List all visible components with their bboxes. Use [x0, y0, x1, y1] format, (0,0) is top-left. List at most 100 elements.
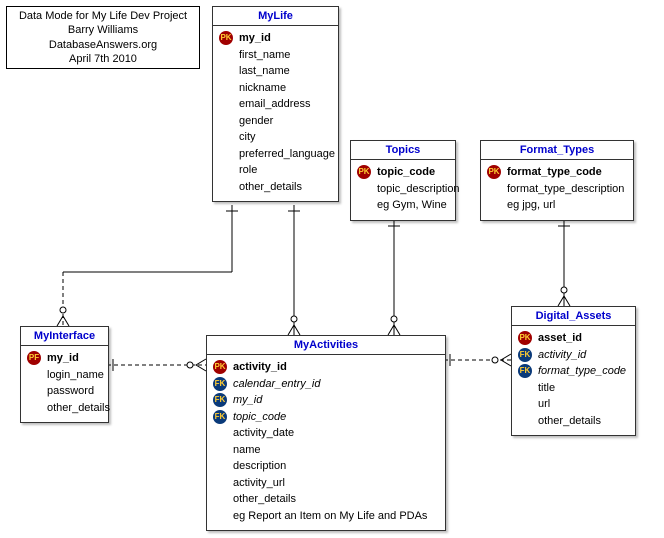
- attribute-label: first_name: [239, 47, 290, 64]
- attribute-label: role: [239, 162, 257, 179]
- attribute-row: activity_url: [213, 475, 439, 492]
- title-box: Data Mode for My Life Dev Project Barry …: [6, 6, 200, 69]
- entity-header: Topics: [351, 141, 455, 160]
- entity-header: MyActivities: [207, 336, 445, 355]
- attribute-row: topic_description: [357, 181, 449, 198]
- attribute-row: password: [27, 383, 102, 400]
- entity-header: Format_Types: [481, 141, 633, 160]
- title-line-3: DatabaseAnswers.org: [13, 38, 193, 52]
- title-line-1: Data Mode for My Life Dev Project: [13, 9, 193, 23]
- attribute-row: FK format_type_code: [518, 363, 629, 380]
- attribute-label: password: [47, 383, 94, 400]
- attribute-label: other_details: [233, 491, 296, 508]
- entity-body: PFmy_idlogin_namepasswordother_details: [21, 346, 108, 422]
- diagram-canvas: Data Mode for My Life Dev Project Barry …: [0, 0, 664, 538]
- attribute-row: description: [213, 458, 439, 475]
- entity-header: Digital_Assets: [512, 307, 635, 326]
- fk-key-icon: FK: [518, 348, 532, 362]
- attribute-label: format_type_code: [507, 164, 602, 181]
- entity-body: PK my_idfirst_namelast_namenicknameemail_…: [213, 26, 338, 201]
- attribute-row: other_details: [219, 179, 332, 196]
- entity-header: MyInterface: [21, 327, 108, 346]
- attribute-label: my_id: [233, 392, 262, 409]
- attribute-row: PK activity_id: [213, 359, 439, 376]
- attribute-label: format_type_code: [538, 363, 626, 380]
- pk-key-icon: PK: [213, 360, 227, 374]
- entity-myactivities: MyActivities PK activity_id FK calendar_ent…: [206, 335, 446, 531]
- entity-myinterface: MyInterface PFmy_idlogin_namepasswordoth…: [20, 326, 109, 423]
- attribute-row: FK calendar_entry_id: [213, 376, 439, 393]
- attribute-row: role: [219, 162, 332, 179]
- entity-header: MyLife: [213, 7, 338, 26]
- fk-key-icon: FK: [213, 377, 227, 391]
- attribute-label: other_details: [239, 179, 302, 196]
- fk-key-icon: FK: [213, 393, 227, 407]
- attribute-label: preferred_language: [239, 146, 335, 163]
- attribute-row: eg jpg, url: [487, 197, 627, 214]
- fk-key-icon: FK: [518, 364, 532, 378]
- attribute-label: topic_description: [377, 181, 460, 198]
- entity-body: PKactivity_idFKcalendar_entry_idFKmy_idF…: [207, 355, 445, 530]
- attribute-label: city: [239, 129, 256, 146]
- entity-format-types: Format_Types PK format_type_codeformat_ty…: [480, 140, 634, 221]
- attribute-label: title: [538, 380, 555, 397]
- attribute-row: name: [213, 442, 439, 459]
- pk-key-icon: PK: [357, 165, 371, 179]
- attribute-label: eg Gym, Wine: [377, 197, 447, 214]
- attribute-row: other_details: [518, 413, 629, 430]
- attribute-row: eg Gym, Wine: [357, 197, 449, 214]
- title-line-2: Barry Williams: [13, 23, 193, 37]
- attribute-row: nickname: [219, 80, 332, 97]
- attribute-row: first_name: [219, 47, 332, 64]
- pk-key-icon: PK: [487, 165, 501, 179]
- attribute-row: city: [219, 129, 332, 146]
- attribute-label: other_details: [47, 400, 110, 417]
- entity-body: PKasset_idFKactivity_idFKformat_type_cod…: [512, 326, 635, 435]
- attribute-label: my_id: [47, 350, 79, 367]
- attribute-row: PFmy_id: [27, 350, 102, 367]
- attribute-row: PKasset_id: [518, 330, 629, 347]
- fk-key-icon: FK: [213, 410, 227, 424]
- attribute-row: preferred_language: [219, 146, 332, 163]
- attribute-row: FK topic_code: [213, 409, 439, 426]
- attribute-label: last_name: [239, 63, 290, 80]
- attribute-row: other_details: [213, 491, 439, 508]
- attribute-row: FK activity_id: [518, 347, 629, 364]
- attribute-row: login_name: [27, 367, 102, 384]
- attribute-label: activity_url: [233, 475, 285, 492]
- entity-body: PK format_type_codeformat_type_descriptio…: [481, 160, 633, 220]
- attribute-row: title: [518, 380, 629, 397]
- attribute-row: url: [518, 396, 629, 413]
- pk-key-icon: PK: [219, 31, 233, 45]
- attribute-label: email_address: [239, 96, 311, 113]
- attribute-label: activity_id: [233, 359, 287, 376]
- entity-digital-assets: Digital_Assets PKasset_idFKactivity_idFK…: [511, 306, 636, 436]
- attribute-label: calendar_entry_id: [233, 376, 320, 393]
- attribute-label: topic_code: [233, 409, 286, 426]
- attribute-label: format_type_description: [507, 181, 624, 198]
- attribute-label: asset_id: [538, 330, 582, 347]
- attribute-label: description: [233, 458, 286, 475]
- attribute-row: format_type_description: [487, 181, 627, 198]
- entity-body: PK topic_codetopic_descriptioneg Gym, Win…: [351, 160, 455, 220]
- attribute-label: activity_date: [233, 425, 294, 442]
- attribute-label: other_details: [538, 413, 601, 430]
- attribute-label: topic_code: [377, 164, 435, 181]
- attribute-label: gender: [239, 113, 273, 130]
- attribute-label: url: [538, 396, 550, 413]
- attribute-row: PK topic_code: [357, 164, 449, 181]
- attribute-row: other_details: [27, 400, 102, 417]
- attribute-label: activity_id: [538, 347, 586, 364]
- attribute-label: eg jpg, url: [507, 197, 555, 214]
- attribute-label: name: [233, 442, 261, 459]
- attribute-row: gender: [219, 113, 332, 130]
- attribute-label: my_id: [239, 30, 271, 47]
- attribute-row: PK format_type_code: [487, 164, 627, 181]
- title-line-4: April 7th 2010: [13, 52, 193, 66]
- attribute-label: nickname: [239, 80, 286, 97]
- attribute-label: login_name: [47, 367, 104, 384]
- attribute-row: PK my_id: [219, 30, 332, 47]
- attribute-row: email_address: [219, 96, 332, 113]
- attribute-row: activity_date: [213, 425, 439, 442]
- attribute-label: eg Report an Item on My Life and PDAs: [233, 508, 427, 525]
